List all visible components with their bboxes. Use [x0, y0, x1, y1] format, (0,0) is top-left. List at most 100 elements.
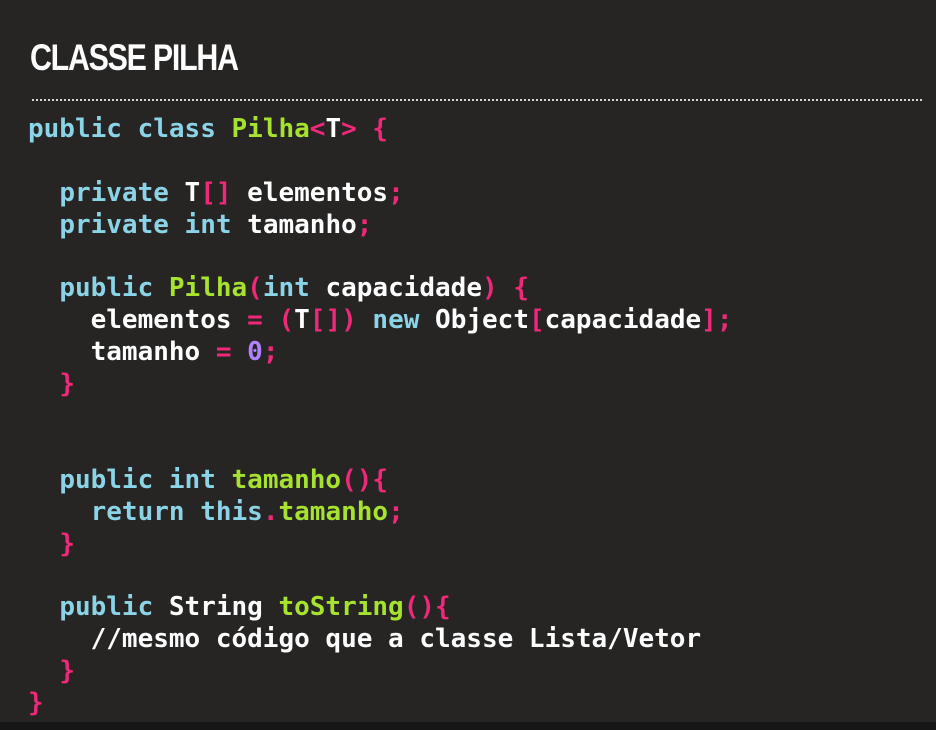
punctuation-token: (: [278, 305, 295, 336]
number-token: 0: [247, 337, 263, 368]
punctuation-token: ;: [388, 496, 404, 527]
punctuation-token: ;: [388, 177, 404, 208]
punctuation-token: (: [247, 273, 263, 304]
method-name-token: toString: [278, 592, 404, 623]
code-line: return this.tamanho;: [28, 497, 732, 529]
punctuation-token: <: [309, 114, 326, 144]
identifier-token: elementos: [90, 305, 232, 336]
punctuation-token: {: [372, 114, 389, 144]
code-line: public Pilha(int capacidade) {: [28, 273, 732, 305]
punctuation-token: ;: [356, 209, 373, 240]
method-name-token: tamanho: [231, 464, 342, 495]
punctuation-token: (){: [341, 464, 389, 495]
punctuation-token: []: [200, 177, 232, 208]
code-line: }: [28, 369, 732, 401]
keyword-token: this: [200, 496, 263, 527]
keyword-token: public: [59, 464, 154, 495]
punctuation-token: >: [341, 114, 357, 144]
keyword-token: private: [59, 209, 169, 240]
keyword-token: private: [59, 177, 169, 208]
punctuation-token: }: [59, 656, 75, 687]
punctuation-token: (){: [403, 592, 451, 623]
keyword-token: public: [59, 273, 154, 304]
punctuation-token: []): [309, 305, 357, 336]
comment-token: //mesmo código que a classe Lista/Vetor: [90, 624, 702, 655]
code-block: public class Pilha<T> {​ private T[] ele…: [28, 114, 732, 720]
punctuation-token: ): [482, 273, 498, 304]
class-name-token: Pilha: [231, 114, 310, 144]
keyword-token: return: [90, 496, 185, 527]
keyword-token: int: [168, 464, 216, 495]
code-line: ​: [28, 433, 732, 465]
keyword-token: class: [137, 114, 216, 144]
code-line: public String toString(){: [28, 592, 732, 624]
identifier-token: T: [325, 114, 342, 144]
keyword-token: public: [28, 114, 122, 144]
code-line: }: [28, 688, 732, 720]
punctuation-token: }: [59, 528, 75, 559]
code-line: tamanho = 0;: [28, 337, 732, 369]
keyword-token: public: [59, 592, 154, 623]
keyword-token: int: [184, 209, 232, 240]
identifier-token: capacidade: [325, 273, 482, 304]
identifier-token: tamanho: [247, 209, 357, 240]
operator-token: =: [247, 305, 263, 336]
identifier-token: tamanho: [90, 337, 201, 368]
code-line: public int tamanho(){: [28, 465, 732, 497]
code-line: private T[] elementos;: [28, 178, 732, 210]
code-line: public class Pilha<T> {: [28, 114, 732, 146]
slide: CLASSE PILHA public class Pilha<T> {​ pr…: [0, 0, 936, 730]
method-name-token: tamanho: [278, 496, 389, 527]
punctuation-token: }: [59, 369, 75, 400]
code-line: //mesmo código que a classe Lista/Vetor: [28, 624, 732, 656]
code-line: ​: [28, 146, 732, 178]
bottom-bar: [0, 722, 936, 730]
method-name-token: Pilha: [168, 273, 248, 304]
code-line: ​: [28, 560, 732, 592]
keyword-token: int: [262, 273, 310, 304]
identifier-token: elementos: [247, 177, 389, 208]
code-line: ​: [28, 401, 732, 433]
identifier-token: String: [168, 592, 263, 623]
code-line: private int tamanho;: [28, 210, 732, 242]
identifier-token: T: [294, 305, 310, 336]
dotted-divider: [32, 99, 922, 101]
code-line: }: [28, 529, 732, 561]
punctuation-token: {: [513, 273, 529, 304]
punctuation-token: }: [28, 688, 44, 719]
code-line: }: [28, 656, 732, 688]
punctuation-token: ;: [262, 337, 279, 368]
identifier-token: T: [184, 177, 201, 208]
code-line: ​: [28, 242, 732, 274]
slide-title: CLASSE PILHA: [30, 37, 239, 78]
